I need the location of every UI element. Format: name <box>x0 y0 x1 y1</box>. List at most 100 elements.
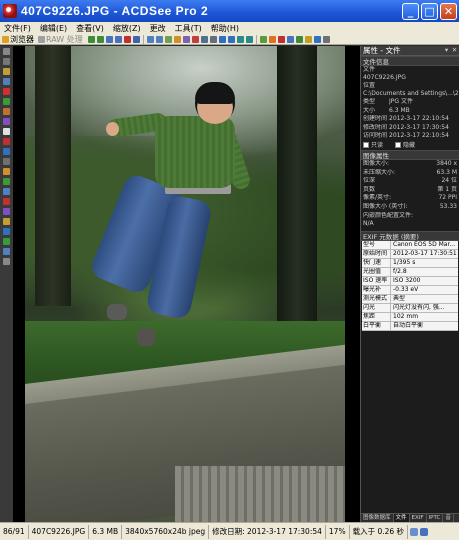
toolbar-divider <box>142 34 144 44</box>
folder-icon <box>2 35 9 43</box>
menu-tools[interactable]: 工具(T) <box>175 23 202 34</box>
panel-pin-icon[interactable]: ▾ <box>443 47 450 54</box>
fit-icon[interactable] <box>236 35 244 43</box>
curves-tool-icon[interactable] <box>3 118 10 125</box>
image-attr-row: 页数第 1 页 <box>363 185 457 193</box>
previous-icon[interactable] <box>87 35 95 43</box>
tab-audio[interactable]: 音 <box>443 514 454 522</box>
monitor-icon[interactable] <box>420 527 429 536</box>
file-info-row: 修改时间 2012-3-17 17:30:54 <box>363 123 449 131</box>
levels-tool-icon[interactable] <box>3 108 10 115</box>
rotate-left-icon[interactable] <box>146 35 154 43</box>
light-tool-icon[interactable] <box>3 128 10 135</box>
restore-button[interactable]: □ <box>421 2 438 20</box>
menu-bar: 文件(F) 编辑(E) 查看(V) 缩放(Z) 更改 工具(T) 帮助(H) <box>0 22 459 34</box>
star-icon[interactable] <box>304 35 312 43</box>
acdsee-app-icon[interactable] <box>3 4 17 18</box>
perspective-tool-icon[interactable] <box>3 248 10 255</box>
crop-tool-icon[interactable] <box>3 78 10 85</box>
publish-icon[interactable] <box>277 35 285 43</box>
resize-tool-icon[interactable] <box>3 238 10 245</box>
exif-heading[interactable]: EXIF 元数据 (摘要) <box>361 230 459 241</box>
panel-title: 属性 - 文件 <box>363 46 401 55</box>
actual-size-icon[interactable] <box>245 35 253 43</box>
exposure-tool-icon[interactable] <box>3 98 10 105</box>
menu-help[interactable]: 帮助(H) <box>211 23 239 34</box>
file-value: 407C9226.JPG <box>363 74 406 81</box>
zoom-out-icon[interactable] <box>227 35 235 43</box>
image-attr-row: 位深 24 位 <box>363 177 457 185</box>
watermark-tool-icon[interactable] <box>3 178 10 185</box>
tab-database[interactable]: 图像数据库 <box>361 514 394 522</box>
menu-view[interactable]: 查看(V) <box>76 23 104 34</box>
minimize-button[interactable]: _ <box>402 2 419 20</box>
file-label: 文件 <box>363 66 376 73</box>
status-dimensions: 3840x5760x24b jpeg <box>122 524 210 539</box>
vignette-tool-icon[interactable] <box>3 198 10 205</box>
panel-title-bar: 属性 - 文件 ▾ ✕ <box>361 46 459 56</box>
hidden-checkbox[interactable]: 隐藏 <box>395 141 415 150</box>
embedded-profile-value: N/A <box>363 219 374 227</box>
effect-icon[interactable] <box>182 35 190 43</box>
border-tool-icon[interactable] <box>3 188 10 195</box>
menu-modify[interactable]: 更改 <box>150 23 166 34</box>
panel-close-icon[interactable]: ✕ <box>451 47 458 54</box>
resize-icon[interactable] <box>209 35 217 43</box>
undo-tool-icon[interactable] <box>3 258 10 265</box>
file-info-heading[interactable]: 文件信息 <box>361 56 459 66</box>
image-attr-row: 未压缩大小: 63.3 M <box>363 168 457 176</box>
sharpen-tool-icon[interactable] <box>3 148 10 155</box>
tab-file[interactable]: 文件 <box>393 514 410 522</box>
exif-row: 曝光补 -0.33 eV <box>362 285 458 295</box>
delete-icon[interactable] <box>123 35 131 43</box>
share-icon[interactable] <box>268 35 276 43</box>
text-tool-icon[interactable] <box>3 168 10 175</box>
color-tool-icon[interactable] <box>3 138 10 145</box>
crop-icon[interactable] <box>200 35 208 43</box>
info-icon[interactable] <box>313 35 321 43</box>
last-icon[interactable] <box>114 35 122 43</box>
rotate-right-icon[interactable] <box>155 35 163 43</box>
exif-row: 原始时间 2012-03-17 17:30:51 <box>362 249 458 259</box>
toolbar-divider <box>255 34 257 44</box>
exif-row: 快门速 1/395 s <box>362 258 458 268</box>
menu-edit[interactable]: 编辑(E) <box>40 23 67 34</box>
first-icon[interactable] <box>105 35 113 43</box>
browser-button[interactable]: 浏览器 <box>2 34 34 45</box>
save-icon[interactable] <box>132 35 140 43</box>
readonly-checkbox[interactable]: 只读 <box>363 141 383 150</box>
menu-zoom[interactable]: 缩放(Z) <box>113 23 141 34</box>
zoom-in-icon[interactable] <box>218 35 226 43</box>
status-size: 6.3 MB <box>89 524 123 539</box>
displayed-photo <box>25 46 345 522</box>
next-icon[interactable] <box>96 35 104 43</box>
slideshow-icon[interactable] <box>259 35 267 43</box>
noise-tool-icon[interactable] <box>3 158 10 165</box>
effects-tool-icon[interactable] <box>3 208 10 215</box>
menu-file[interactable]: 文件(F) <box>4 23 31 34</box>
edit-icon[interactable] <box>164 35 172 43</box>
select-tool-icon[interactable] <box>3 48 10 55</box>
toolbar: 浏览器 RAW 处理 <box>0 34 459 45</box>
hand-tool-icon[interactable] <box>3 58 10 65</box>
tab-iptc[interactable]: IPTC <box>427 514 444 522</box>
email-icon[interactable] <box>295 35 303 43</box>
image-attributes-heading[interactable]: 图像属性 <box>361 149 459 160</box>
status-zoom[interactable]: 17% <box>326 524 350 539</box>
image-attr-row: 图像大小: 3840 x <box>363 159 457 167</box>
close-button[interactable]: ✕ <box>440 2 457 20</box>
tab-exif[interactable]: EXIF <box>410 514 427 522</box>
file-info-row: 访问时间 2012-3-17 22:10:54 <box>363 132 449 140</box>
fullscreen-icon[interactable] <box>322 35 330 43</box>
red-eye-tool-icon[interactable] <box>3 88 10 95</box>
print-icon[interactable] <box>286 35 294 43</box>
flip-tool-icon[interactable] <box>3 228 10 235</box>
red-eye-icon[interactable] <box>191 35 199 43</box>
rotate-tool-icon[interactable] <box>3 218 10 225</box>
adjust-icon[interactable] <box>173 35 181 43</box>
raw-process-button[interactable]: RAW 处理 <box>38 34 83 45</box>
exif-row: 焦距 102 mm <box>362 312 458 322</box>
zoom-tool-icon[interactable] <box>3 68 10 75</box>
color-profile-icon[interactable] <box>410 527 419 536</box>
image-viewer[interactable] <box>13 46 360 522</box>
